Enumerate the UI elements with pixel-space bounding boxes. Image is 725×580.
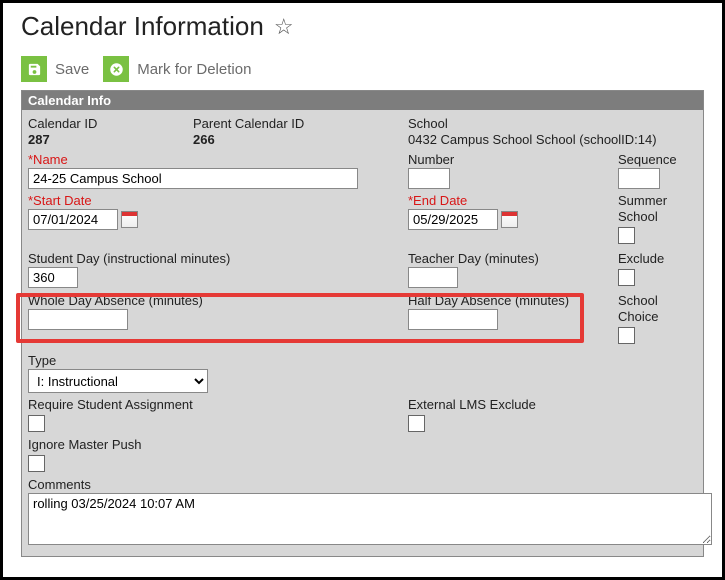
require-student-assignment-label: Require Student Assignment [28, 397, 408, 413]
type-select[interactable]: I: Instructional [28, 369, 208, 393]
teacher-day-input[interactable] [408, 267, 458, 288]
toolbar: Save Mark for Deletion [3, 46, 722, 90]
calendar-id-label: Calendar ID [28, 116, 193, 132]
save-button[interactable]: Save [21, 56, 89, 82]
end-date-label: *End Date [408, 193, 618, 209]
page-title: Calendar Information [21, 11, 264, 42]
number-input[interactable] [408, 168, 450, 189]
start-date-input[interactable] [28, 209, 118, 230]
exclude-label: Exclude [618, 251, 697, 267]
name-input[interactable] [28, 168, 358, 189]
parent-calendar-id-value: 266 [193, 132, 408, 148]
summer-school-label: Summer School [618, 193, 697, 225]
external-lms-exclude-label: External LMS Exclude [408, 397, 697, 413]
calendar-info-panel: Calendar Info Calendar ID 287 Parent Cal… [21, 90, 704, 557]
teacher-day-label: Teacher Day (minutes) [408, 251, 618, 267]
school-choice-checkbox[interactable] [618, 327, 635, 344]
start-date-label: *Start Date [28, 193, 408, 209]
panel-body: Calendar ID 287 Parent Calendar ID 266 S… [22, 110, 703, 556]
require-student-assignment-checkbox[interactable] [28, 415, 45, 432]
name-label: *Name [28, 152, 408, 168]
half-day-absence-input[interactable] [408, 309, 498, 330]
calendar-icon[interactable] [121, 211, 138, 228]
whole-day-absence-input[interactable] [28, 309, 128, 330]
sequence-label: Sequence [618, 152, 697, 168]
sequence-input[interactable] [618, 168, 660, 189]
window: Calendar Information ☆ Save Mark for Del… [0, 0, 725, 580]
number-label: Number [408, 152, 618, 168]
external-lms-exclude-checkbox[interactable] [408, 415, 425, 432]
panel-title: Calendar Info [22, 91, 703, 110]
student-day-input[interactable] [28, 267, 78, 288]
favorite-star-icon[interactable]: ☆ [274, 14, 294, 40]
save-label: Save [55, 61, 89, 78]
half-day-absence-label: Half Day Absence (minutes) [408, 293, 618, 309]
comments-textarea[interactable] [28, 493, 712, 545]
comments-label: Comments [28, 477, 697, 493]
school-choice-label: School Choice [618, 293, 697, 325]
student-day-label: Student Day (instructional minutes) [28, 251, 408, 267]
delete-icon [103, 56, 129, 82]
ignore-master-push-label: Ignore Master Push [28, 437, 697, 453]
calendar-icon[interactable] [501, 211, 518, 228]
school-label: School [408, 116, 697, 132]
summer-school-checkbox[interactable] [618, 227, 635, 244]
mark-for-deletion-button[interactable]: Mark for Deletion [103, 56, 251, 82]
parent-calendar-id-label: Parent Calendar ID [193, 116, 408, 132]
type-label: Type [28, 353, 697, 369]
ignore-master-push-checkbox[interactable] [28, 455, 45, 472]
delete-label: Mark for Deletion [137, 61, 251, 78]
end-date-input[interactable] [408, 209, 498, 230]
school-value: 0432 Campus School School (schoolID:14) [408, 132, 697, 148]
save-icon [21, 56, 47, 82]
calendar-id-value: 287 [28, 132, 193, 148]
exclude-checkbox[interactable] [618, 269, 635, 286]
whole-day-absence-label: Whole Day Absence (minutes) [28, 293, 408, 309]
page-header: Calendar Information ☆ [3, 3, 722, 46]
